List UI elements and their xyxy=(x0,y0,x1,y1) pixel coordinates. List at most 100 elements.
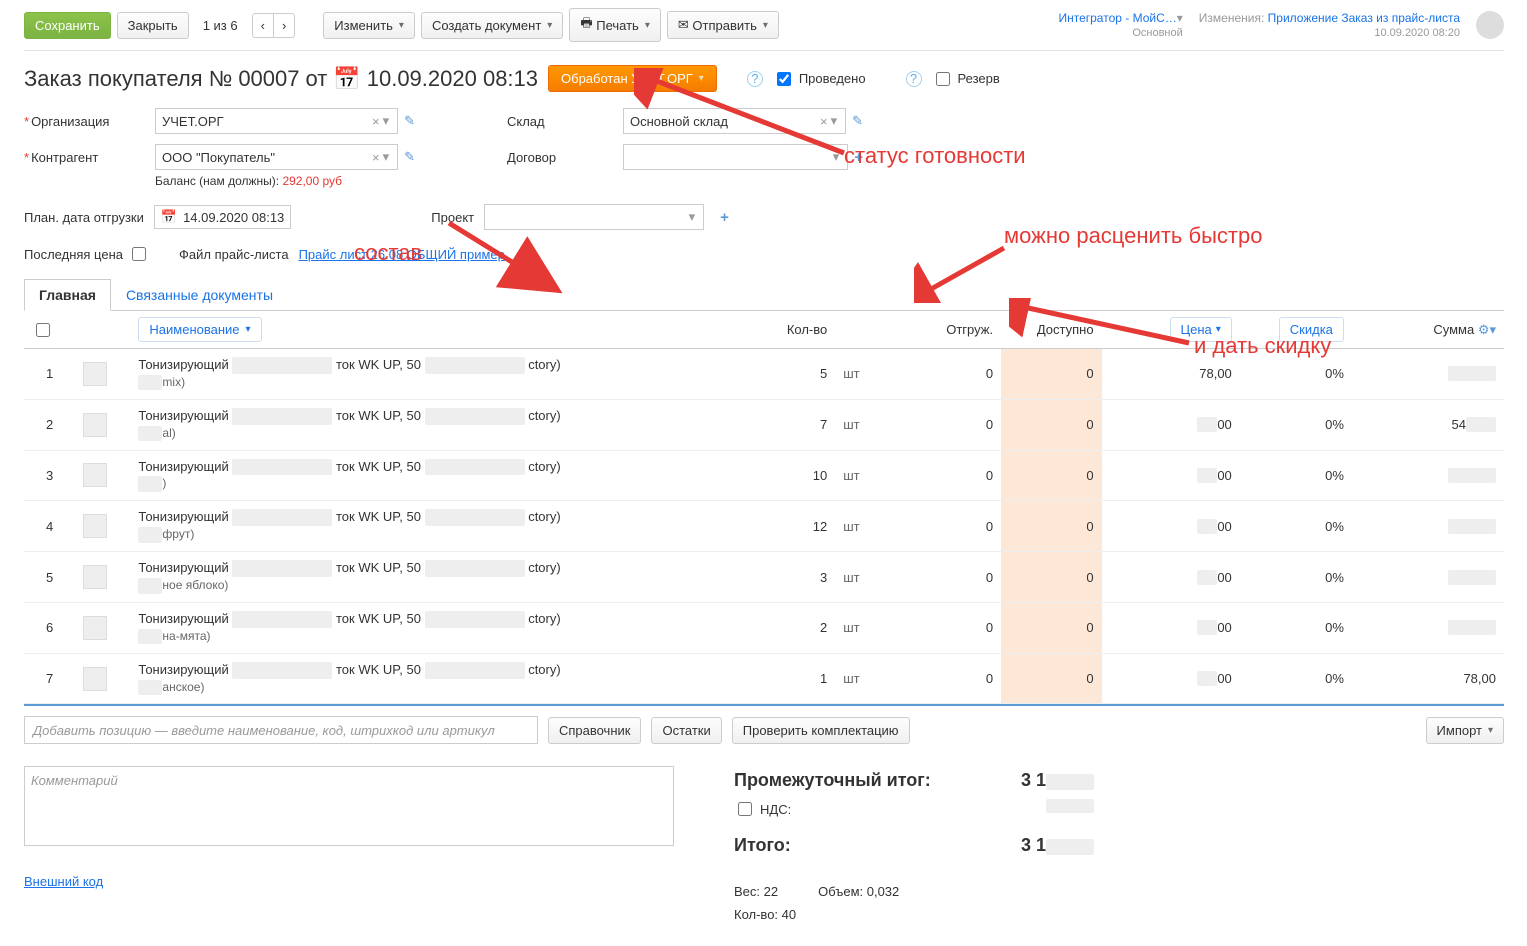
select-all[interactable] xyxy=(36,323,50,337)
gear-icon[interactable]: ⚙▾ xyxy=(1478,322,1496,337)
calendar-icon: 📅 xyxy=(161,209,177,225)
totals: Промежуточный итог: 3 1xxxx НДС: xxxx Ит… xyxy=(734,766,1094,926)
subtotal-value: 3 1 xyxy=(1021,770,1046,790)
remove-file-icon[interactable]: ✕ xyxy=(521,246,532,262)
doc-title: Заказ покупателя № 00007 от 📅 10.09.2020… xyxy=(24,66,538,92)
th-qty: Кол-во xyxy=(739,311,836,349)
table-row[interactable]: 6Тонизирующий xxxxxxxxxxx ток WK UP, 50 … xyxy=(24,602,1504,653)
changes-link[interactable]: Приложение Заказ из прайс-листа xyxy=(1268,11,1460,25)
total-value: 3 1 xyxy=(1021,835,1046,855)
org-input[interactable]: УЧЕТ.ОРГ ×▾ xyxy=(155,108,398,134)
edit-menu[interactable]: Изменить▾ xyxy=(323,12,415,39)
th-shipped: Отгруж. xyxy=(891,311,1002,349)
tab-main[interactable]: Главная xyxy=(24,279,111,311)
chevron-down-icon[interactable]: ▾ xyxy=(383,113,390,129)
warehouse-label: Склад xyxy=(507,114,607,129)
counterparty-label: Контрагент xyxy=(24,150,139,165)
external-code-link[interactable]: Внешний код xyxy=(24,874,103,889)
next-button[interactable]: › xyxy=(274,14,294,37)
integrator-link[interactable]: Интегратор - МойС… xyxy=(1058,11,1176,25)
th-avail: Доступно xyxy=(1001,311,1102,349)
table-row[interactable]: 3Тонизирующий xxxxxxxxxxx ток WK UP, 50 … xyxy=(24,450,1504,501)
pager-text: 1 из 6 xyxy=(203,18,238,33)
table-row[interactable]: 4Тонизирующий xxxxxxxxxxx ток WK UP, 50 … xyxy=(24,501,1504,552)
price-column-btn[interactable]: Цена▾ xyxy=(1170,317,1232,342)
nds-checkbox[interactable]: НДС: xyxy=(734,799,791,819)
plan-date-input[interactable]: 📅 14.09.2020 08:13 xyxy=(154,205,291,229)
th-sum: Сумма ⚙▾ xyxy=(1352,311,1504,349)
counterparty-input[interactable]: ООО "Покупатель" ×▾ xyxy=(155,144,398,170)
thumb xyxy=(83,616,107,640)
title-row: Заказ покупателя № 00007 от 📅 10.09.2020… xyxy=(24,51,1504,98)
name-column-btn[interactable]: Наименование▾ xyxy=(138,317,261,342)
contract-label: Договор xyxy=(507,150,607,165)
chevron-down-icon[interactable]: ▾ xyxy=(833,149,840,165)
table-row[interactable]: 5Тонизирующий xxxxxxxxxxx ток WK UP, 50 … xyxy=(24,552,1504,603)
help-icon[interactable]: ? xyxy=(747,71,763,87)
table-row[interactable]: 2Тонизирующий xxxxxxxxxxx ток WK UP, 50 … xyxy=(24,399,1504,450)
header-right: Интегратор - МойС…▾ Основной Изменения: … xyxy=(1058,11,1504,39)
import-button[interactable]: Импорт▾ xyxy=(1426,717,1504,744)
price-file-label: Файл прайс-листа xyxy=(179,247,289,262)
chevron-down-icon[interactable]: ▾ xyxy=(831,113,838,129)
calendar-icon[interactable]: 📅 xyxy=(333,66,360,92)
form-grid: Организация УЧЕТ.ОРГ ×▾ ✎ Склад Основной… xyxy=(24,98,1504,198)
contract-input[interactable]: ▾ xyxy=(623,144,848,170)
reserve-checkbox[interactable]: Резерв xyxy=(932,69,1000,89)
check-button[interactable]: Проверить комплектацию xyxy=(732,717,910,744)
edit-counterparty-icon[interactable]: ✎ xyxy=(404,149,415,165)
project-label: Проект xyxy=(431,210,474,225)
subtotal-label: Промежуточный итог: xyxy=(734,770,931,791)
table-row[interactable]: 7Тонизирующий xxxxxxxxxxx ток WK UP, 50 … xyxy=(24,653,1504,704)
print-icon: 🖶 xyxy=(580,14,592,36)
total-label: Итого: xyxy=(734,835,791,856)
balance-row: Баланс (нам должны): 292,00 руб xyxy=(155,174,415,188)
stock-button[interactable]: Остатки xyxy=(651,717,721,744)
save-button[interactable]: Сохранить xyxy=(24,12,111,39)
org-label: Организация xyxy=(24,114,139,129)
edit-org-icon[interactable]: ✎ xyxy=(404,113,415,129)
changes-ts: 10.09.2020 08:20 xyxy=(1374,27,1460,39)
avatar[interactable] xyxy=(1476,11,1504,39)
weight-text: Вес: 22 xyxy=(734,884,778,899)
clear-icon[interactable]: × xyxy=(820,114,828,129)
last-price-checkbox[interactable]: Последняя цена xyxy=(24,244,149,264)
create-doc-menu[interactable]: Создать документ▾ xyxy=(421,12,563,39)
tabs: Главная Связанные документы xyxy=(24,278,1504,311)
clear-icon[interactable]: × xyxy=(372,114,380,129)
chevron-down-icon[interactable]: ▾ xyxy=(383,149,390,165)
thumb xyxy=(83,565,107,589)
catalog-button[interactable]: Справочник xyxy=(548,717,642,744)
discount-column-btn[interactable]: Скидка xyxy=(1279,317,1344,342)
print-menu[interactable]: 🖶 Печать▾ xyxy=(569,8,661,42)
warehouse-input[interactable]: Основной склад ×▾ xyxy=(623,108,846,134)
clear-icon[interactable]: × xyxy=(372,150,380,165)
table-row[interactable]: 1Тонизирующий xxxxxxxxxxx ток WK UP, 50 … xyxy=(24,349,1504,400)
thumb xyxy=(83,667,107,691)
chevron-down-icon[interactable]: ▾ xyxy=(689,209,696,225)
add-position-input[interactable]: Добавить позицию — введите наименование,… xyxy=(24,716,538,744)
send-menu[interactable]: ✉ Отправить▾ xyxy=(667,11,779,39)
price-file-link[interactable]: Прайс лист 26.08 ОБЩИЙ пример xyxy=(299,247,505,262)
help-icon-2[interactable]: ? xyxy=(906,71,922,87)
tab-related[interactable]: Связанные документы xyxy=(111,279,288,311)
prev-button[interactable]: ‹ xyxy=(253,14,274,37)
add-contract-icon[interactable]: + xyxy=(854,149,863,166)
add-row: Добавить позицию — введите наименование,… xyxy=(24,704,1504,754)
pager-arrows: ‹ › xyxy=(252,13,296,38)
volume-text: Объем: 0,032 xyxy=(818,884,899,899)
positions-table: Наименование▾ Кол-во Отгруж. Доступно Це… xyxy=(24,311,1504,704)
toolbar: Сохранить Закрыть 1 из 6 ‹ › Изменить▾ С… xyxy=(24,8,1504,51)
status-button[interactable]: Обработан УЧЕТ.ОРГ▾ xyxy=(548,65,717,92)
project-input[interactable]: ▾ xyxy=(484,204,704,230)
add-project-icon[interactable]: + xyxy=(720,209,729,226)
thumb xyxy=(83,463,107,487)
comment-textarea[interactable]: Комментарий xyxy=(24,766,674,846)
integrator-sub: Основной xyxy=(1132,27,1182,39)
plan-date-label: План. дата отгрузки xyxy=(24,210,144,225)
mail-icon: ✉ xyxy=(678,17,689,33)
edit-warehouse-icon[interactable]: ✎ xyxy=(852,113,863,129)
processed-checkbox[interactable]: Проведено xyxy=(773,69,866,89)
count-text: Кол-во: 40 xyxy=(734,907,796,922)
close-button[interactable]: Закрыть xyxy=(117,12,189,39)
